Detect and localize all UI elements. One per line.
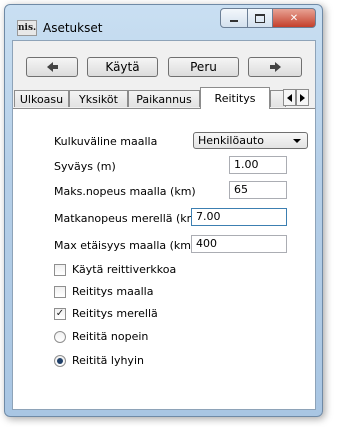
settings-window: nis. Asetukset ✕ Käytä Peru Ulkoasu Yksi… [4,4,323,417]
close-button[interactable]: ✕ [273,8,316,28]
tab-scroll-left-button[interactable] [283,89,296,106]
tab-ulkoasu[interactable]: Ulkoasu [14,90,69,107]
arrow-right-icon [269,62,281,72]
depth-input[interactable]: 1.00 [229,156,287,174]
back-button[interactable] [26,57,78,77]
arrow-left-icon [46,62,58,72]
minimize-icon [230,20,238,22]
minimize-button[interactable] [220,8,248,28]
vehicle-select-value: Henkilöauto [198,134,264,147]
cruise-speed-sea-input[interactable]: 7.00 [191,208,287,226]
max-speed-land-label: Maks.nopeus maalla (km) [54,185,196,198]
tab-strip: Ulkoasu Yksiköt Paikannus Reititys [13,87,315,109]
title-bar[interactable]: nis. Asetukset ✕ [5,5,322,36]
close-icon: ✕ [289,12,299,24]
route-shortest-radio[interactable] [54,355,66,367]
use-route-network-label[interactable]: Käytä reittiverkkoa [72,263,176,276]
apply-button[interactable]: Käytä [87,57,158,77]
settings-client-area: Käytä Peru Ulkoasu Yksiköt Paikannus Rei… [12,40,316,410]
tab-reititys[interactable]: Reititys [200,87,270,109]
chevron-left-icon [287,93,292,102]
app-logo-icon: nis. [17,20,37,36]
cruise-speed-sea-label: Matkanopeus merellä (kn) [54,212,198,225]
max-distance-land-label: Max etäisyys maalla (km) [54,239,196,252]
route-shortest-label[interactable]: Reititä lyhyin [72,354,144,367]
window-controls: ✕ [220,8,316,28]
chevron-down-icon [293,139,301,143]
routing-panel: Kulkuväline maalla Henkilöauto Syväys (m… [13,108,315,409]
routing-sea-checkbox[interactable]: ✓ [54,308,66,320]
depth-label: Syväys (m) [54,160,116,173]
use-route-network-checkbox[interactable] [54,264,66,276]
route-fastest-label[interactable]: Reititä nopein [72,330,148,343]
chevron-right-icon [300,93,305,102]
routing-land-checkbox[interactable] [54,286,66,298]
tab-yksikot[interactable]: Yksiköt [69,90,128,107]
max-speed-land-input[interactable]: 65 [229,181,287,199]
maximize-button[interactable] [248,8,273,28]
maximize-icon [255,13,265,23]
routing-sea-label[interactable]: Reititys merellä [72,307,158,320]
cancel-button[interactable]: Peru [168,57,239,77]
tab-paikannus[interactable]: Paikannus [128,90,200,107]
window-title: Asetukset [43,21,103,35]
forward-button[interactable] [248,57,302,77]
routing-land-label[interactable]: Reititys maalla [72,285,153,298]
checkmark-icon: ✓ [55,308,65,319]
vehicle-select[interactable]: Henkilöauto [193,132,308,149]
tab-scroll-right-button[interactable] [296,89,309,106]
route-fastest-radio[interactable] [54,331,66,343]
vehicle-label: Kulkuväline maalla [54,135,158,148]
max-distance-land-input[interactable]: 400 [191,235,287,253]
